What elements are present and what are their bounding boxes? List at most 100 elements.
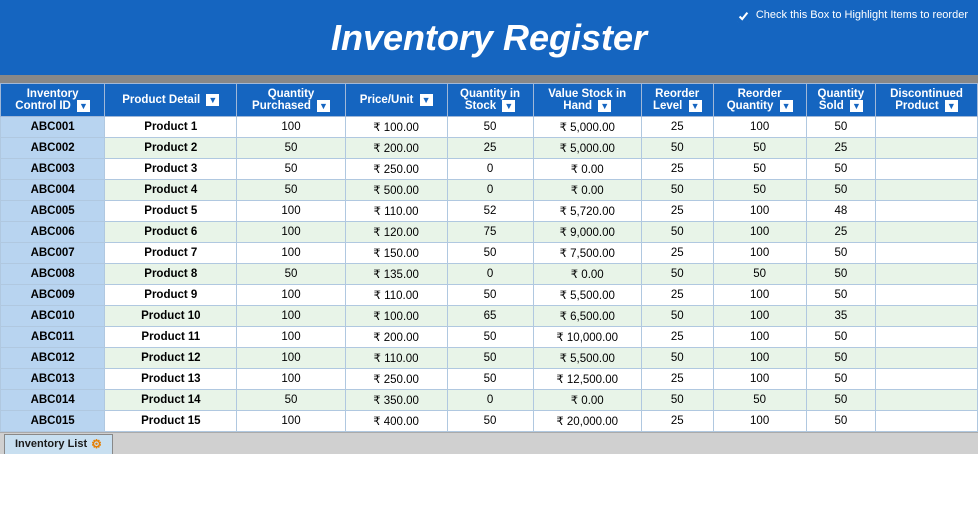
table-cell: ₹ 5,720.00: [533, 201, 641, 222]
table-cell: [875, 285, 977, 306]
col-dropdown-qty-stock[interactable]: ▼: [502, 100, 515, 112]
table-cell: ₹ 5,500.00: [533, 348, 641, 369]
table-cell: ₹ 0.00: [533, 390, 641, 411]
table-cell: 50: [447, 243, 533, 264]
table-cell: 100: [237, 306, 345, 327]
table-cell: 100: [237, 285, 345, 306]
table-cell: Product 13: [105, 369, 237, 390]
col-dropdown-product-detail[interactable]: ▼: [206, 94, 219, 106]
table-cell: 50: [713, 138, 806, 159]
table-cell: ₹ 400.00: [345, 411, 447, 432]
table-cell: 50: [641, 264, 713, 285]
table-cell: 100: [713, 411, 806, 432]
table-cell: 35: [806, 306, 875, 327]
col-dropdown-reorder-level[interactable]: ▼: [689, 100, 702, 112]
table-row: ABC002Product 250₹ 200.0025₹ 5,000.00505…: [1, 138, 978, 159]
table-row: ABC010Product 10100₹ 100.0065₹ 6,500.005…: [1, 306, 978, 327]
table-row: ABC008Product 850₹ 135.000₹ 0.00505050: [1, 264, 978, 285]
table-cell: Product 4: [105, 180, 237, 201]
table-cell: ABC004: [1, 180, 105, 201]
table-cell: Product 9: [105, 285, 237, 306]
table-cell: 50: [641, 390, 713, 411]
page-title: Inventory Register: [331, 17, 647, 59]
col-header-value-stock[interactable]: Value Stock inHand ▼: [533, 84, 641, 117]
col-header-product-detail[interactable]: Product Detail ▼: [105, 84, 237, 117]
table-row: ABC007Product 7100₹ 150.0050₹ 7,500.0025…: [1, 243, 978, 264]
table-cell: 25: [641, 369, 713, 390]
col-dropdown-control-id[interactable]: ▼: [77, 100, 90, 112]
table-row: ABC005Product 5100₹ 110.0052₹ 5,720.0025…: [1, 201, 978, 222]
col-header-reorder-qty[interactable]: ReorderQuantity ▼: [713, 84, 806, 117]
table-cell: 0: [447, 390, 533, 411]
table-cell: [875, 159, 977, 180]
col-header-qty-stock[interactable]: Quantity inStock ▼: [447, 84, 533, 117]
table-cell: ₹ 200.00: [345, 327, 447, 348]
table-cell: ₹ 135.00: [345, 264, 447, 285]
table-cell: ABC005: [1, 201, 105, 222]
table-cell: 50: [806, 285, 875, 306]
table-cell: 50: [806, 390, 875, 411]
col-dropdown-discontinued[interactable]: ▼: [945, 100, 958, 112]
col-dropdown-qty-sold[interactable]: ▼: [850, 100, 863, 112]
tab-inventory-list[interactable]: Inventory List ⚙: [4, 434, 113, 454]
header-area: Inventory Register Check this Box to Hig…: [0, 0, 978, 75]
table-cell: 50: [237, 180, 345, 201]
highlight-reorder-area[interactable]: Check this Box to Highlight Items to reo…: [737, 8, 968, 23]
table-row: ABC003Product 350₹ 250.000₹ 0.00255050: [1, 159, 978, 180]
table-cell: 25: [641, 243, 713, 264]
table-cell: 25: [641, 201, 713, 222]
table-cell: 100: [237, 327, 345, 348]
table-cell: 100: [713, 327, 806, 348]
table-cell: ₹ 110.00: [345, 348, 447, 369]
table-cell: ₹ 10,000.00: [533, 327, 641, 348]
col-header-reorder-level[interactable]: ReorderLevel ▼: [641, 84, 713, 117]
table-cell: 100: [237, 369, 345, 390]
table-cell: 50: [641, 180, 713, 201]
highlight-reorder-checkbox[interactable]: [737, 10, 750, 23]
col-dropdown-value-stock[interactable]: ▼: [598, 100, 611, 112]
table-cell: 100: [713, 117, 806, 138]
col-dropdown-reorder-qty[interactable]: ▼: [780, 100, 793, 112]
table-cell: 100: [713, 369, 806, 390]
table-cell: 50: [713, 180, 806, 201]
table-cell: 50: [447, 117, 533, 138]
table-cell: 50: [641, 222, 713, 243]
table-cell: ABC008: [1, 264, 105, 285]
table-cell: Product 12: [105, 348, 237, 369]
table-cell: ABC010: [1, 306, 105, 327]
tab-icon: ⚙: [91, 437, 102, 451]
table-cell: 25: [641, 411, 713, 432]
table-cell: ₹ 5,000.00: [533, 117, 641, 138]
table-row: ABC011Product 11100₹ 200.0050₹ 10,000.00…: [1, 327, 978, 348]
col-dropdown-qty-purchased[interactable]: ▼: [317, 100, 330, 112]
col-header-discontinued[interactable]: DiscontinuedProduct ▼: [875, 84, 977, 117]
table-cell: 100: [713, 306, 806, 327]
inventory-table: InventoryControl ID ▼ Product Detail ▼ Q…: [0, 83, 978, 432]
table-cell: ₹ 100.00: [345, 117, 447, 138]
table-cell: [875, 138, 977, 159]
col-dropdown-price-unit[interactable]: ▼: [420, 94, 433, 106]
table-cell: ₹ 350.00: [345, 390, 447, 411]
table-cell: 100: [237, 117, 345, 138]
col-header-control-id[interactable]: InventoryControl ID ▼: [1, 84, 105, 117]
table-row: ABC004Product 450₹ 500.000₹ 0.00505050: [1, 180, 978, 201]
col-header-price-unit[interactable]: Price/Unit ▼: [345, 84, 447, 117]
table-cell: 50: [237, 159, 345, 180]
table-cell: ABC007: [1, 243, 105, 264]
table-cell: 100: [713, 285, 806, 306]
table-cell: 100: [237, 243, 345, 264]
table-cell: 25: [641, 285, 713, 306]
tab-inventory-list-label: Inventory List: [15, 438, 87, 450]
table-cell: 100: [237, 411, 345, 432]
table-cell: ABC002: [1, 138, 105, 159]
table-cell: ABC003: [1, 159, 105, 180]
table-cell: [875, 264, 977, 285]
table-cell: [875, 369, 977, 390]
table-cell: 50: [447, 348, 533, 369]
col-header-qty-sold[interactable]: QuantitySold ▼: [806, 84, 875, 117]
table-cell: 75: [447, 222, 533, 243]
table-cell: 50: [806, 117, 875, 138]
col-header-qty-purchased[interactable]: QuantityPurchased ▼: [237, 84, 345, 117]
table-cell: 100: [713, 348, 806, 369]
table-cell: [875, 306, 977, 327]
